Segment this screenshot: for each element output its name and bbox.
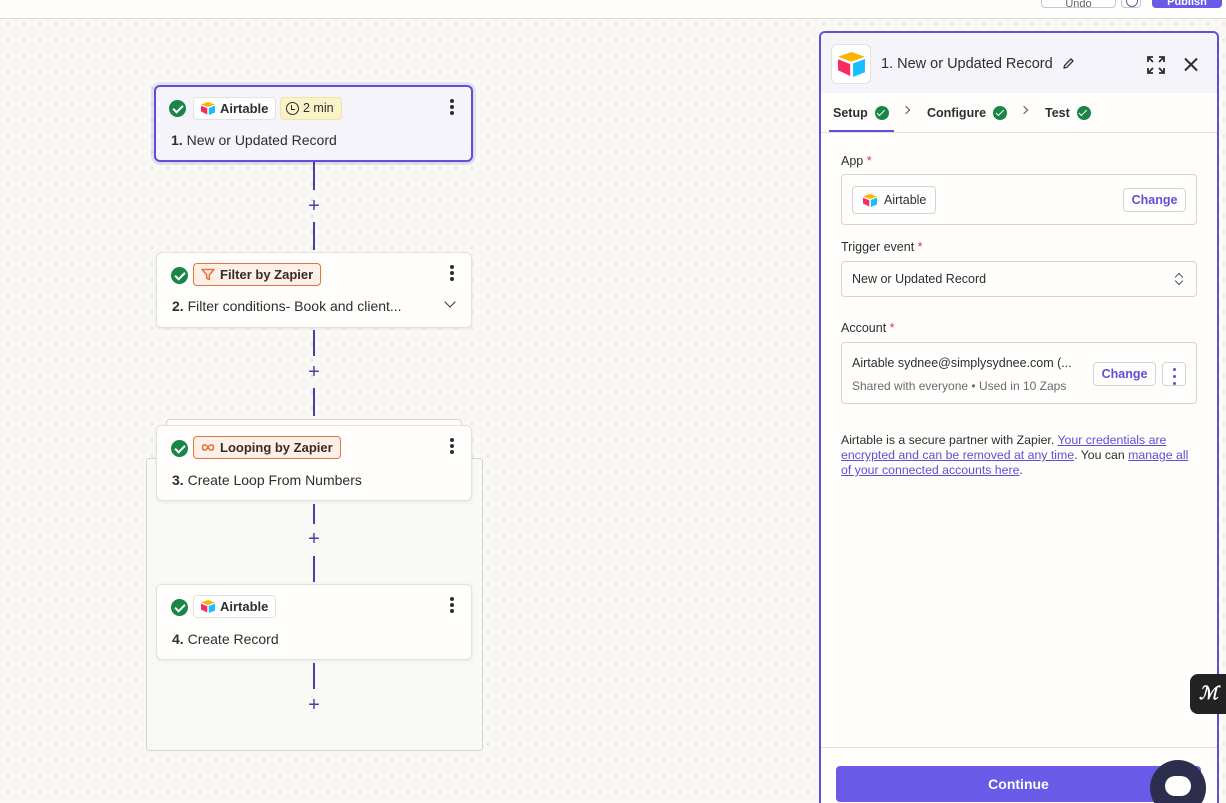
step-menu-kebab-icon[interactable] (449, 596, 455, 616)
change-account-button[interactable]: Change (1093, 362, 1156, 386)
app-badge: Filter by Zapier (193, 263, 322, 286)
step-card-4[interactable]: Airtable 4. Create Record (156, 584, 472, 660)
connector-line (313, 504, 315, 524)
app-badge: Looping by Zapier (193, 436, 341, 459)
airtable-logo-icon (201, 102, 215, 115)
account-sharing-info: Shared with everyone • Used in 10 Zaps (852, 379, 1067, 393)
connector-line (313, 330, 315, 356)
panel-app-icon (831, 44, 871, 84)
airtable-logo-icon (863, 194, 877, 207)
panel-title: 1. New or Updated Record (881, 56, 1053, 72)
app-badge-label: Airtable (220, 599, 269, 614)
account-name: Airtable sydnee@simplysydnee.com (... (852, 356, 1072, 370)
step-title: 1. New or Updated Record (171, 132, 337, 148)
add-step-plus-icon[interactable]: + (304, 529, 324, 549)
account-menu-kebab-icon[interactable] (1162, 362, 1186, 386)
app-field-label: App * (841, 154, 872, 168)
help-icon[interactable] (1121, 0, 1141, 8)
step-title: 4. Create Record (172, 631, 279, 647)
step-card-3[interactable]: Looping by Zapier 3. Create Loop From Nu… (156, 425, 472, 501)
airtable-logo-icon (201, 600, 215, 613)
step-title: 2. Filter conditions- Book and client... (172, 298, 402, 314)
check-icon (874, 106, 889, 120)
publish-button[interactable]: Publish (1152, 0, 1222, 8)
undo-button[interactable]: Undo (1041, 0, 1116, 10)
add-step-plus-icon[interactable]: + (304, 196, 324, 216)
connector-line (313, 222, 315, 250)
panel-tabs: Setup Configure Test (821, 93, 1217, 133)
connector-line (313, 388, 315, 416)
step-details-panel: 1. New or Updated Record Setup Configure… (819, 31, 1219, 803)
active-tab-indicator (829, 130, 894, 132)
airtable-logo-icon (838, 52, 865, 77)
app-badge: Airtable (193, 595, 277, 618)
clock-icon (286, 102, 299, 115)
change-app-button[interactable]: Change (1123, 188, 1186, 212)
widget-logo-icon: ℳ (1199, 683, 1218, 703)
add-step-plus-icon[interactable]: + (304, 695, 324, 715)
security-info-text: Airtable is a secure partner with Zapier… (841, 433, 1189, 477)
check-icon (171, 599, 188, 616)
step-menu-kebab-icon[interactable] (449, 437, 455, 457)
account-field: Airtable sydnee@simplysydnee.com (... Sh… (841, 342, 1197, 404)
trigger-event-select[interactable]: New or Updated Record (841, 261, 1197, 297)
connector-line (313, 556, 315, 582)
step-card-1[interactable]: Airtable 2 min 1. New or Updated Record (154, 85, 473, 162)
close-icon[interactable] (1183, 57, 1199, 73)
updown-icon (1175, 271, 1183, 287)
connector-line (313, 162, 315, 190)
connector-line (313, 663, 315, 689)
step-menu-kebab-icon[interactable] (449, 264, 455, 284)
check-icon (169, 100, 186, 117)
time-badge-label: 2 min (303, 101, 334, 115)
pencil-icon[interactable] (1062, 57, 1075, 70)
check-icon (1076, 106, 1091, 120)
expand-icon[interactable] (1147, 56, 1165, 74)
step-menu-kebab-icon[interactable] (449, 98, 455, 118)
side-widget[interactable]: ℳ (1190, 674, 1226, 714)
app-field: Airtable Change (841, 174, 1197, 225)
app-chip-label: Airtable (884, 193, 927, 207)
tab-setup[interactable]: Setup (833, 105, 889, 125)
time-badge: 2 min (280, 97, 342, 120)
loop-icon (201, 444, 215, 451)
account-label: Account * (841, 321, 895, 335)
add-step-plus-icon[interactable]: + (304, 362, 324, 382)
step-card-2[interactable]: Filter by Zapier 2. Filter conditions- B… (156, 252, 472, 328)
step-title: 3. Create Loop From Numbers (172, 472, 362, 488)
chevron-down-icon[interactable] (444, 296, 456, 308)
app-badge-label: Filter by Zapier (220, 267, 314, 282)
app-badge-label: Airtable (220, 101, 269, 116)
check-icon (171, 440, 188, 457)
tab-configure[interactable]: Configure (927, 105, 1008, 125)
app-badge-label: Looping by Zapier (220, 440, 333, 455)
check-icon (171, 267, 188, 284)
panel-header: 1. New or Updated Record (821, 33, 1217, 93)
trigger-event-value: New or Updated Record (852, 272, 987, 286)
app-chip: Airtable (852, 186, 936, 214)
tab-test[interactable]: Test (1045, 105, 1091, 125)
check-icon (993, 106, 1008, 120)
continue-button[interactable]: Continue (836, 766, 1201, 802)
app-badge: Airtable (193, 97, 277, 120)
top-toolbar: Undo Publish (0, 0, 1226, 19)
trigger-event-label: Trigger event * (841, 240, 923, 254)
filter-icon (201, 268, 215, 281)
